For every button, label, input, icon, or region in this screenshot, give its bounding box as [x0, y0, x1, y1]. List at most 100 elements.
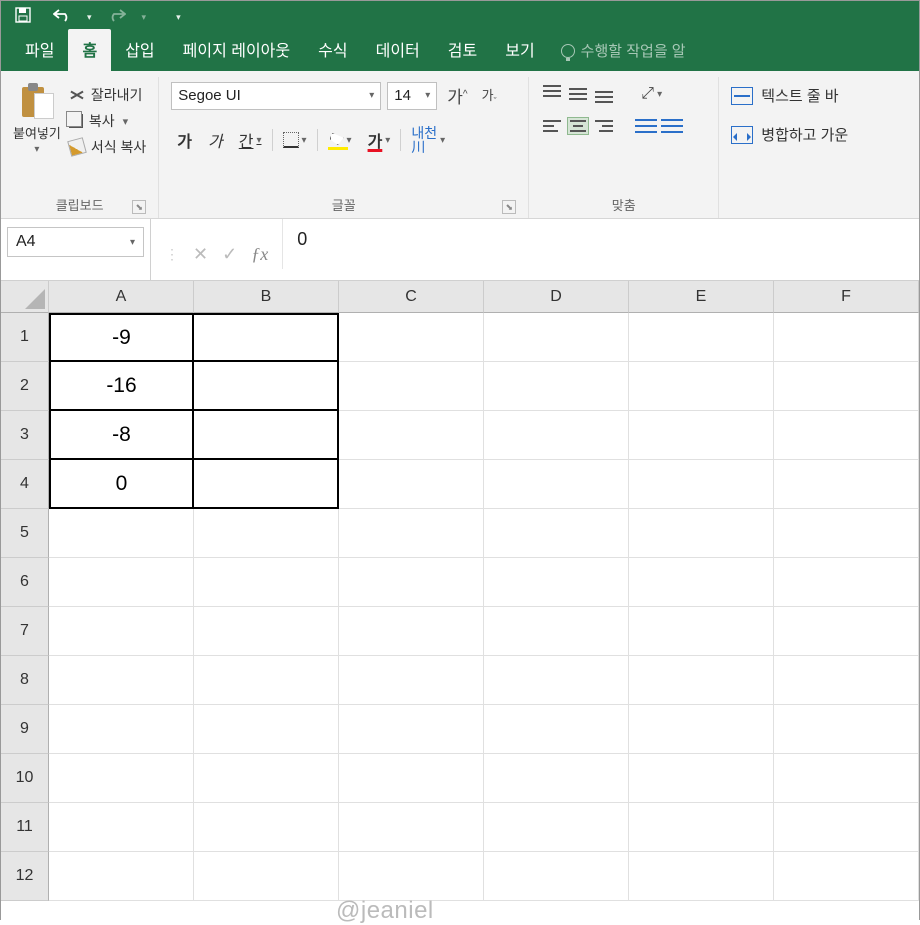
cell-D9[interactable] — [484, 705, 629, 754]
font-size-combo[interactable]: 14▾ — [387, 82, 437, 110]
paste-dropdown-icon[interactable]: ▾ — [34, 144, 39, 155]
tab-view[interactable]: 보기 — [491, 29, 548, 71]
undo-dropdown-icon[interactable]: ▾ — [87, 12, 92, 23]
cancel-icon[interactable]: ✕ — [193, 244, 208, 265]
undo-button[interactable] — [47, 6, 77, 28]
cell-D12[interactable] — [484, 852, 629, 901]
cell-F10[interactable] — [774, 754, 919, 803]
decrease-indent-button[interactable] — [635, 117, 657, 135]
cell-D5[interactable] — [484, 509, 629, 558]
cell-F7[interactable] — [774, 607, 919, 656]
cell-E11[interactable] — [629, 803, 774, 852]
row-header-8[interactable]: 8 — [1, 656, 49, 705]
col-header-F[interactable]: F — [774, 281, 919, 313]
cell-C8[interactable] — [339, 656, 484, 705]
cell-E12[interactable] — [629, 852, 774, 901]
cell-A3[interactable]: -8 — [49, 411, 194, 460]
font-launcher-icon[interactable]: ⬊ — [502, 200, 516, 214]
paste-button[interactable]: 붙여넣기 ▾ — [13, 81, 61, 155]
enter-icon[interactable]: ✓ — [222, 244, 237, 265]
cell-E3[interactable] — [629, 411, 774, 460]
cell-B8[interactable] — [194, 656, 339, 705]
cell-E7[interactable] — [629, 607, 774, 656]
font-color-button[interactable]: 가▾ — [362, 124, 397, 156]
orientation-button[interactable]: ⤢▾ — [635, 81, 668, 107]
cell-E2[interactable] — [629, 362, 774, 411]
cell-F3[interactable] — [774, 411, 919, 460]
cell-C6[interactable] — [339, 558, 484, 607]
cell-A9[interactable] — [49, 705, 194, 754]
cell-D10[interactable] — [484, 754, 629, 803]
increase-font-button[interactable]: 가^ — [443, 81, 471, 110]
tab-pagelayout[interactable]: 페이지 레이아웃 — [169, 29, 305, 71]
cell-D4[interactable] — [484, 460, 629, 509]
cell-F8[interactable] — [774, 656, 919, 705]
cell-C4[interactable] — [339, 460, 484, 509]
cell-B1[interactable] — [194, 313, 339, 362]
save-icon[interactable] — [9, 5, 37, 29]
align-top-button[interactable] — [541, 85, 563, 103]
cell-F2[interactable] — [774, 362, 919, 411]
row-header-5[interactable]: 5 — [1, 509, 49, 558]
cell-D7[interactable] — [484, 607, 629, 656]
cell-F6[interactable] — [774, 558, 919, 607]
copy-dropdown-icon[interactable]: ▾ — [123, 115, 129, 128]
increase-indent-button[interactable] — [661, 117, 683, 135]
cell-A11[interactable] — [49, 803, 194, 852]
underline-button[interactable]: 간▾ — [233, 124, 268, 156]
cell-C2[interactable] — [339, 362, 484, 411]
cell-B7[interactable] — [194, 607, 339, 656]
cell-A12[interactable] — [49, 852, 194, 901]
cell-A7[interactable] — [49, 607, 194, 656]
cell-C11[interactable] — [339, 803, 484, 852]
align-right-button[interactable] — [593, 117, 615, 135]
col-header-B[interactable]: B — [194, 281, 339, 313]
name-box[interactable]: A4▾ — [7, 227, 144, 257]
cell-B3[interactable] — [194, 411, 339, 460]
cell-C9[interactable] — [339, 705, 484, 754]
cell-E4[interactable] — [629, 460, 774, 509]
cell-A8[interactable] — [49, 656, 194, 705]
cell-E5[interactable] — [629, 509, 774, 558]
cell-F5[interactable] — [774, 509, 919, 558]
cell-E9[interactable] — [629, 705, 774, 754]
fill-color-button[interactable]: ▾ — [322, 129, 358, 151]
col-header-A[interactable]: A — [49, 281, 194, 313]
clipboard-launcher-icon[interactable]: ⬊ — [132, 200, 146, 214]
cell-B10[interactable] — [194, 754, 339, 803]
redo-dropdown-icon[interactable]: ▾ — [142, 12, 147, 23]
row-header-4[interactable]: 4 — [1, 460, 49, 509]
row-header-10[interactable]: 10 — [1, 754, 49, 803]
tab-file[interactable]: 파일 — [11, 29, 68, 71]
tab-insert[interactable]: 삽입 — [111, 29, 168, 71]
cell-F12[interactable] — [774, 852, 919, 901]
cell-B12[interactable] — [194, 852, 339, 901]
cell-A5[interactable] — [49, 509, 194, 558]
row-header-6[interactable]: 6 — [1, 558, 49, 607]
decrease-font-button[interactable]: 가ˇ — [478, 83, 501, 108]
cell-A4[interactable]: 0 — [49, 460, 194, 509]
cell-A6[interactable] — [49, 558, 194, 607]
col-header-C[interactable]: C — [339, 281, 484, 313]
cell-D1[interactable] — [484, 313, 629, 362]
border-button[interactable]: ▾ — [277, 128, 313, 152]
row-header-7[interactable]: 7 — [1, 607, 49, 656]
align-left-button[interactable] — [541, 117, 563, 135]
align-bottom-button[interactable] — [593, 85, 615, 103]
tell-me-box[interactable]: 수행할 작업을 알 — [555, 33, 692, 71]
merge-center-button[interactable]: 병합하고 가운 — [731, 120, 848, 149]
cell-F4[interactable] — [774, 460, 919, 509]
cell-C12[interactable] — [339, 852, 484, 901]
tab-review[interactable]: 검토 — [434, 29, 491, 71]
phonetic-button[interactable]: 내천川▾ — [405, 122, 451, 158]
cell-A1[interactable]: -9 — [49, 313, 194, 362]
copy-button[interactable]: 복사▾ — [69, 111, 146, 131]
align-center-button[interactable] — [567, 117, 589, 135]
row-header-12[interactable]: 12 — [1, 852, 49, 901]
row-header-11[interactable]: 11 — [1, 803, 49, 852]
cell-C5[interactable] — [339, 509, 484, 558]
cell-A10[interactable] — [49, 754, 194, 803]
tab-formulas[interactable]: 수식 — [304, 29, 361, 71]
cell-F1[interactable] — [774, 313, 919, 362]
cell-B2[interactable] — [194, 362, 339, 411]
